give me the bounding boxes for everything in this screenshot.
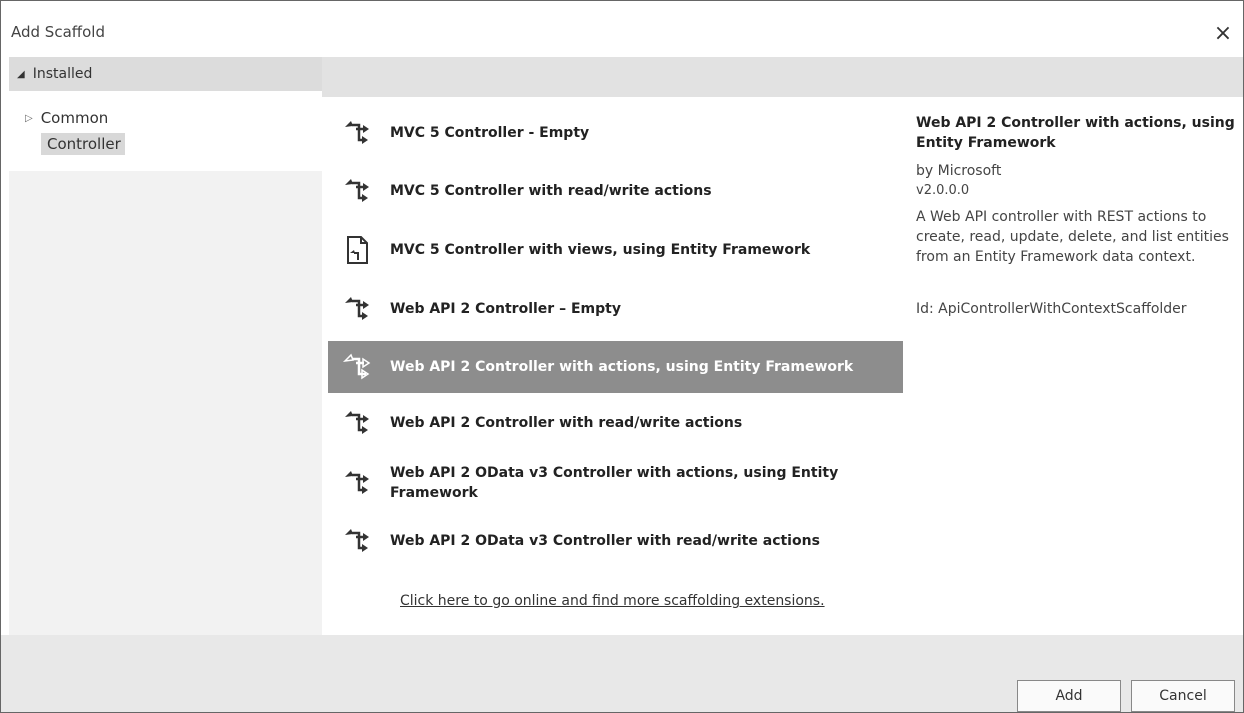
scaffold-item-label: Web API 2 Controller – Empty — [390, 301, 621, 317]
category-pane: ◢ Installed ▷ Common Controller — [9, 57, 322, 662]
button-bar: Add Cancel — [1, 635, 1243, 712]
category-tree: ▷ Common Controller — [9, 91, 322, 171]
scaffold-item-label: MVC 5 Controller - Empty — [390, 125, 590, 141]
scaffold-item[interactable]: Web API 2 OData v3 Controller with read/… — [328, 517, 903, 565]
cancel-button[interactable]: Cancel — [1131, 680, 1235, 712]
controller-icon — [345, 121, 369, 144]
installed-label: Installed — [32, 66, 93, 82]
tree-item-common[interactable]: ▷ Common — [25, 109, 108, 127]
controller-icon — [345, 297, 369, 320]
dialog-title: Add Scaffold — [11, 23, 105, 41]
scaffold-item[interactable]: Web API 2 OData v3 Controller with actio… — [328, 455, 903, 511]
scaffold-item-label: Web API 2 OData v3 Controller with read/… — [390, 533, 820, 549]
tree-item-controller[interactable]: Controller — [41, 133, 125, 155]
scaffold-item-label: MVC 5 Controller with views, using Entit… — [390, 242, 811, 258]
scaffold-item-label: Web API 2 OData v3 Controller with actio… — [390, 465, 839, 501]
scaffold-item-label: Web API 2 Controller with read/write act… — [390, 415, 743, 431]
collapse-triangle-icon: ◢ — [17, 68, 25, 80]
expand-triangle-icon[interactable]: ▷ — [25, 113, 33, 124]
controller-icon — [345, 529, 369, 552]
add-button[interactable]: Add — [1017, 680, 1121, 712]
list-header-strip — [322, 57, 1243, 97]
controller-icon — [342, 353, 371, 380]
title-bar: Add Scaffold × — [1, 1, 1243, 55]
controller-icon — [345, 411, 369, 434]
details-version: v2.0.0.0 — [916, 183, 970, 198]
details-author: by Microsoft — [916, 163, 1002, 179]
scaffold-item[interactable]: Web API 2 Controller with read/write act… — [328, 399, 903, 447]
document-icon — [347, 236, 368, 264]
controller-icon — [345, 179, 369, 202]
controller-icon — [345, 471, 369, 494]
scaffold-item-selected[interactable]: Web API 2 Controller with actions, using… — [328, 341, 903, 393]
scaffold-item[interactable]: Web API 2 Controller – Empty — [328, 285, 903, 333]
tree-item-label: Common — [40, 109, 109, 127]
details-pane: Web API 2 Controller with actions, using… — [903, 101, 1243, 635]
scaffold-list: MVC 5 Controller - Empty MVC 5 Controlle… — [328, 101, 903, 635]
details-id: Id: ApiControllerWithContextScaffolder — [916, 301, 1187, 317]
scaffold-item-label: MVC 5 Controller with read/write actions — [390, 183, 712, 199]
scaffold-item-label: Web API 2 Controller with actions, using… — [390, 359, 854, 375]
add-scaffold-dialog: Add Scaffold × ◢ Installed ▷ Common Cont… — [0, 0, 1244, 713]
online-extensions-link[interactable]: Click here to go online and find more sc… — [400, 593, 825, 609]
details-title: Web API 2 Controller with actions, using… — [916, 115, 1235, 151]
scaffold-item[interactable]: MVC 5 Controller with views, using Entit… — [328, 225, 903, 275]
installed-header[interactable]: ◢ Installed — [9, 57, 322, 91]
scaffold-item[interactable]: MVC 5 Controller - Empty — [328, 109, 903, 157]
details-description: A Web API controller with REST actions t… — [916, 209, 1229, 265]
scaffold-item[interactable]: MVC 5 Controller with read/write actions — [328, 167, 903, 215]
close-icon[interactable]: × — [1209, 19, 1237, 47]
